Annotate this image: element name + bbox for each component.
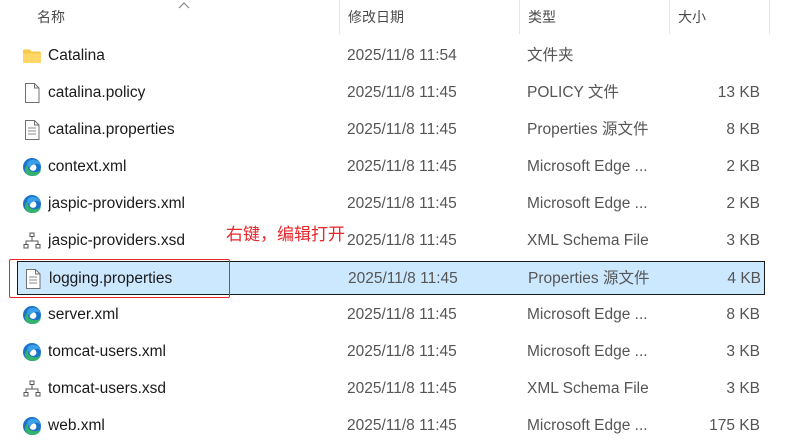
file-type: POLICY 文件: [527, 84, 619, 101]
file-date-modified: 2025/11/8 11:45: [347, 306, 457, 323]
file-name: context.xml: [48, 158, 127, 175]
file-size: 4 KB: [727, 270, 761, 287]
file-type: Properties 源文件: [528, 270, 650, 287]
file-date-modified: 2025/11/8 11:45: [348, 270, 458, 287]
file-row[interactable]: context.xml 2025/11/8 11:45 Microsoft Edge…: [17, 150, 765, 184]
file-date-modified: 2025/11/8 11:45: [347, 417, 457, 434]
file-date-modified: 2025/11/8 11:45: [347, 158, 457, 175]
file-type: XML Schema File: [527, 380, 649, 397]
file-row[interactable]: catalina.properties 2025/11/8 11:45 Proper…: [17, 113, 765, 147]
xsd-icon: [21, 224, 43, 258]
file-name: web.xml: [48, 417, 105, 434]
file-row[interactable]: server.xml 2025/11/8 11:45 Microsoft Edge …: [17, 298, 765, 332]
file-explorer: 名称 修改日期 类型 大小 Catalina 2025/11/8 11:54 文件夹…: [0, 0, 809, 448]
file-type: Microsoft Edge ...: [527, 195, 648, 212]
file-date-modified: 2025/11/8 11:45: [347, 121, 457, 138]
file-icon: [21, 76, 43, 110]
edge-icon: [21, 298, 43, 332]
file-type: 文件夹: [527, 47, 574, 64]
file-type: Microsoft Edge ...: [527, 158, 648, 175]
file-date-modified: 2025/11/8 11:45: [347, 232, 457, 249]
file-size: 8 KB: [726, 121, 760, 138]
column-header-name[interactable]: 名称: [29, 0, 339, 34]
xsd-icon: [21, 372, 43, 406]
file-row[interactable]: jaspic-providers.xml 2025/11/8 11:45 Micro…: [17, 187, 765, 221]
file-date-modified: 2025/11/8 11:54: [347, 47, 457, 64]
file-name: catalina.properties: [48, 121, 175, 138]
folder-icon: [21, 39, 43, 73]
annotation-text: 右键，编辑打开: [226, 225, 345, 244]
edge-icon: [21, 335, 43, 369]
file-row[interactable]: jaspic-providers.xsd 2025/11/8 11:45 XML S…: [17, 224, 765, 258]
column-header: 名称 修改日期 类型 大小: [0, 0, 809, 34]
file-date-modified: 2025/11/8 11:45: [347, 380, 457, 397]
file-name: tomcat-users.xsd: [48, 380, 167, 397]
file-size: 3 KB: [726, 380, 760, 397]
file-row[interactable]: tomcat-users.xsd 2025/11/8 11:45 XML Schem…: [17, 372, 765, 406]
annotation-highlight-box: [9, 259, 230, 298]
edge-icon: [21, 150, 43, 184]
text-file-icon: [21, 113, 43, 147]
file-size: 2 KB: [726, 195, 760, 212]
file-size: [682, 39, 760, 73]
file-row[interactable]: tomcat-users.xml 2025/11/8 11:45 Microsoft…: [17, 335, 765, 369]
file-date-modified: 2025/11/8 11:45: [347, 195, 457, 212]
file-name: jaspic-providers.xml: [48, 195, 185, 212]
file-size: 13 KB: [717, 84, 760, 101]
file-name: catalina.policy: [48, 84, 146, 101]
file-size: 2 KB: [726, 158, 760, 175]
file-row[interactable]: catalina.policy 2025/11/8 11:45 POLICY 文件 1…: [17, 76, 765, 110]
file-type: Microsoft Edge ...: [527, 343, 648, 360]
file-type: Properties 源文件: [527, 121, 649, 138]
file-type: XML Schema File: [527, 232, 649, 249]
file-name: Catalina: [48, 47, 105, 64]
file-name: tomcat-users.xml: [48, 343, 166, 360]
file-size: 175 KB: [709, 417, 760, 434]
edge-icon: [21, 409, 43, 443]
file-row[interactable]: Catalina 2025/11/8 11:54 文件夹: [17, 39, 765, 73]
file-row[interactable]: web.xml 2025/11/8 11:45 Microsoft Edge ...…: [17, 409, 765, 443]
column-header-type[interactable]: 类型: [519, 0, 669, 34]
file-date-modified: 2025/11/8 11:45: [347, 343, 457, 360]
file-type: Microsoft Edge ...: [527, 417, 648, 434]
file-name: server.xml: [48, 306, 119, 323]
edge-icon: [21, 187, 43, 221]
file-date-modified: 2025/11/8 11:45: [347, 84, 457, 101]
column-header-size[interactable]: 大小: [669, 0, 770, 34]
file-type: Microsoft Edge ...: [527, 306, 648, 323]
column-header-date-modified[interactable]: 修改日期: [339, 0, 519, 34]
file-size: 8 KB: [726, 306, 760, 323]
file-size: 3 KB: [726, 232, 760, 249]
file-size: 3 KB: [726, 343, 760, 360]
